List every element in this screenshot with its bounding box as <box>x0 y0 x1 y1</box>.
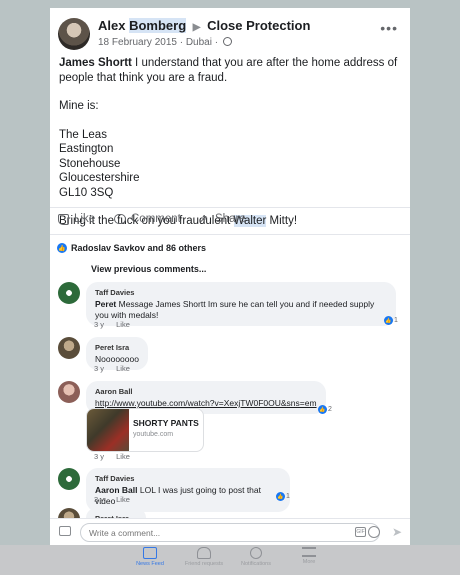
comment-text: Message James Shortt Im sure he can tell… <box>95 299 375 320</box>
like-button[interactable]: Like <box>58 213 95 225</box>
comment-tag[interactable]: Peret <box>95 299 116 309</box>
comment-like-link[interactable]: Like <box>116 364 130 373</box>
news-feed-icon <box>143 547 157 559</box>
mentioned-name[interactable]: James Shortt <box>59 57 132 69</box>
post-meta: 18 February 2015 · Dubai · <box>98 37 232 48</box>
comment-meta: 3 y Like <box>94 320 140 329</box>
commenter-name[interactable]: Peret Isra <box>95 342 139 353</box>
tab-notifications[interactable]: Notifications <box>226 547 286 567</box>
link-domain: youtube.com <box>133 431 174 438</box>
comment-reactions[interactable]: 👍 1 <box>384 316 398 325</box>
commenter-name[interactable]: Aaron Ball <box>95 386 317 397</box>
group-name[interactable]: Close Protection <box>207 18 310 33</box>
gif-icon[interactable]: GIF <box>355 527 366 537</box>
address-line: Eastington <box>59 143 114 155</box>
post-header: Alex Bomberg ▶ Close Protection 18 Febru… <box>58 16 402 56</box>
reaction-count: 2 <box>328 406 332 413</box>
comment-bubble: Taff Davies Aaron Ball LOL I was just go… <box>86 468 290 512</box>
like-label: Like <box>74 213 96 225</box>
address-line: Stonehouse <box>59 157 121 170</box>
like-reaction-icon: 👍 <box>57 243 67 253</box>
like-reaction-icon: 👍 <box>384 316 393 325</box>
post-address: The Leas Eastington Stonehouse Glouceste… <box>59 128 403 201</box>
emoji-icon[interactable] <box>368 526 380 538</box>
link-title: SHORTY PANTS <box>133 418 199 428</box>
divider <box>50 207 410 208</box>
comment-label: Comment <box>131 213 181 225</box>
post-card: Alex Bomberg ▶ Close Protection 18 Febru… <box>50 8 410 545</box>
post-author-line[interactable]: Alex Bomberg ▶ Close Protection <box>98 18 310 33</box>
comment-like-link[interactable]: Like <box>116 495 130 504</box>
share-icon: ↗ <box>198 212 209 226</box>
address-line: GL10 3SQ <box>59 186 114 199</box>
comment-tag[interactable]: Aaron Ball <box>95 485 138 495</box>
comment-meta: 3 y Like <box>94 452 140 461</box>
likes-summary-text: Radoslav Savkov and 86 others <box>71 243 207 253</box>
view-previous-comments-link[interactable]: View previous comments... <box>91 264 206 274</box>
share-button[interactable]: ↗ Share <box>198 213 246 225</box>
comment-reactions[interactable]: 👍 2 <box>318 405 332 414</box>
comment-input[interactable] <box>80 523 380 542</box>
comment-time: 3 y <box>94 320 105 329</box>
post-paragraph-2: Mine is: <box>59 100 99 112</box>
comment-time: 3 y <box>94 452 105 461</box>
camera-icon[interactable] <box>59 526 71 536</box>
like-reaction-icon: 👍 <box>318 405 327 414</box>
tab-label: Friend requests <box>184 561 224 567</box>
comment-link[interactable]: http://www.youtube.com/watch?v=XexjTW0F0… <box>95 398 317 408</box>
tab-label: Notifications <box>241 561 271 567</box>
comment-icon <box>114 214 126 224</box>
share-label: Share <box>215 213 246 225</box>
commenter-avatar[interactable] <box>58 381 80 403</box>
friends-icon <box>197 547 211 559</box>
reaction-count: 1 <box>394 317 398 324</box>
tab-label: More <box>302 559 316 565</box>
commenter-name[interactable]: Taff Davies <box>95 473 281 484</box>
globe-icon <box>250 547 262 559</box>
author-avatar[interactable] <box>58 18 90 50</box>
comment-like-link[interactable]: Like <box>116 452 130 461</box>
post-actions: Like Comment ↗ Share <box>58 211 402 231</box>
comment-time: 3 y <box>94 495 105 504</box>
menu-icon <box>302 547 316 557</box>
comment-time: 3 y <box>94 364 105 373</box>
comment-reactions[interactable]: 👍 1 <box>276 492 290 501</box>
thumbs-up-icon <box>58 213 69 225</box>
tab-friend-requests[interactable]: Friend requests <box>174 547 234 567</box>
tab-more[interactable]: More <box>279 547 339 565</box>
author-first-name[interactable]: Alex <box>98 18 125 33</box>
comment-composer: GIF ➤ <box>50 518 410 545</box>
divider <box>50 234 410 235</box>
comment-meta: 3 y Like <box>94 495 140 504</box>
commenter-name[interactable]: Taff Davies <box>95 287 387 298</box>
comment-button[interactable]: Comment <box>114 213 181 225</box>
address-line: The Leas <box>59 128 107 141</box>
comment-text: Noooooooo <box>95 354 139 364</box>
link-preview-card[interactable]: SHORTY PANTS youtube.com <box>86 408 204 452</box>
commenter-avatar[interactable] <box>58 468 80 490</box>
author-last-name[interactable]: Bomberg <box>129 18 187 33</box>
post-paragraph-1: James Shortt I understand that you are a… <box>59 56 403 85</box>
more-options-icon[interactable]: ••• <box>380 20 398 36</box>
video-thumbnail <box>87 409 129 451</box>
tab-news-feed[interactable]: News Feed <box>120 547 180 567</box>
bottom-tab-bar: News Feed Friend requests Notifications … <box>0 545 460 575</box>
commenter-avatar[interactable] <box>58 282 80 304</box>
address-line: Gloucestershire <box>59 172 140 184</box>
arrow-right-icon: ▶ <box>192 22 201 33</box>
send-icon[interactable]: ➤ <box>392 525 402 539</box>
post-date-location[interactable]: 18 February 2015 · Dubai · <box>98 37 218 48</box>
globe-icon <box>222 37 232 46</box>
reaction-count: 1 <box>286 493 290 500</box>
likes-summary[interactable]: 👍 Radoslav Savkov and 86 others <box>57 243 206 253</box>
comment-meta: 3 y Like <box>94 364 140 373</box>
like-reaction-icon: 👍 <box>276 492 285 501</box>
comment-like-link[interactable]: Like <box>116 320 130 329</box>
tab-label: News Feed <box>136 561 164 567</box>
commenter-avatar[interactable] <box>58 337 80 359</box>
